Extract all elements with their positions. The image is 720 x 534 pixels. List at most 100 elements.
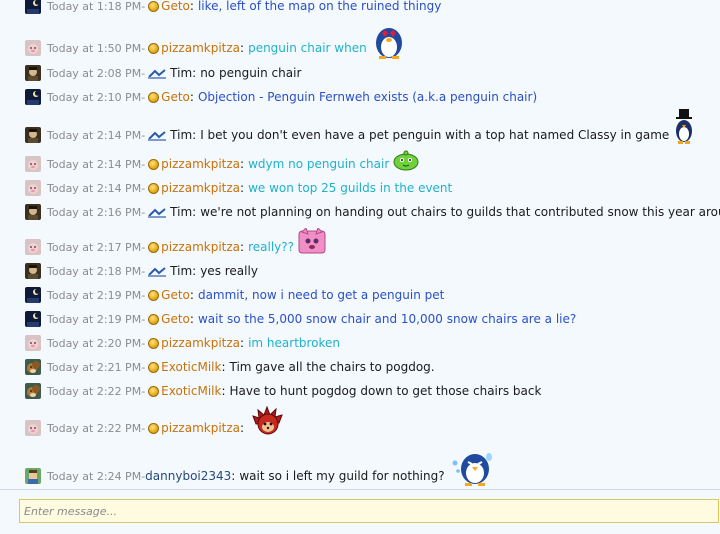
username[interactable]: pizzamkpitza	[161, 336, 240, 350]
squirrel-avatar[interactable]	[25, 359, 41, 375]
chat-message: Today at 2:21 PM - ExoticMilk: Tim gave …	[0, 356, 720, 378]
dark-char-avatar[interactable]	[25, 204, 41, 220]
dark-char-avatar[interactable]	[25, 65, 41, 81]
pig-avatar[interactable]	[25, 40, 41, 56]
username[interactable]: Geto	[161, 0, 190, 13]
coin-badge-icon	[148, 241, 160, 253]
message-input[interactable]	[19, 499, 719, 523]
coin-badge-icon	[148, 313, 160, 325]
message-text: Objection - Penguin Fernweh exists (a.k.…	[197, 90, 538, 104]
username[interactable]: dannyboi2343	[145, 469, 231, 483]
message-text: Have to hunt pogdog down to get those ch…	[229, 384, 542, 398]
dark-char-avatar[interactable]	[25, 263, 41, 279]
username[interactable]: Geto	[161, 90, 190, 104]
staff-badge-icon	[148, 266, 167, 277]
message-text: Tim gave all the chairs to pogdog.	[229, 360, 435, 374]
pig-avatar[interactable]	[25, 239, 41, 255]
chat-message: Today at 2:16 PM - Tim: we're not planni…	[0, 201, 720, 223]
chat-message: Today at 2:19 PM - Geto: dammit, now i n…	[0, 284, 720, 306]
night-avatar[interactable]	[25, 0, 41, 14]
chat-message: Today at 2:14 PM - pizzamkpitza: we won …	[0, 177, 720, 199]
message-text: dammit, now i need to get a penguin pet	[197, 288, 445, 302]
night-avatar[interactable]	[25, 311, 41, 327]
coin-badge-icon	[148, 422, 160, 434]
message-text: really??	[248, 240, 294, 254]
timestamp: Today at 2:22 PM	[47, 421, 142, 435]
timestamp: Today at 2:10 PM	[47, 90, 142, 104]
username[interactable]: Geto	[161, 312, 190, 326]
chat-message: Today at 2:14 PM - Tim: I bet you don't …	[0, 108, 720, 146]
green-slime-emote	[393, 149, 419, 174]
message-text: no penguin chair	[200, 66, 302, 80]
penguin-sweat-emote	[449, 447, 495, 490]
timestamp: Today at 2:22 PM	[47, 384, 142, 398]
username[interactable]: Geto	[161, 288, 190, 302]
squirrel-avatar[interactable]	[25, 383, 41, 399]
message-text: wait so i left my guild for nothing?	[239, 469, 445, 483]
staff-badge-icon	[148, 207, 167, 218]
username[interactable]: Tim	[170, 66, 192, 80]
username[interactable]: Tim	[170, 128, 192, 142]
timestamp: Today at 2:19 PM	[47, 312, 142, 326]
night-avatar[interactable]	[25, 287, 41, 303]
username[interactable]: pizzamkpitza	[161, 41, 240, 55]
pig-avatar[interactable]	[25, 335, 41, 351]
chat-message: Today at 2:22 PM - pizzamkpitza:	[0, 405, 720, 439]
timestamp: Today at 2:24 PM	[47, 469, 142, 483]
chat-message: Today at 2:10 PM - Geto: Objection - Pen…	[0, 86, 720, 108]
penguin-tophat-emote	[673, 108, 695, 148]
coin-badge-icon	[148, 91, 160, 103]
pig-avatar[interactable]	[25, 420, 41, 436]
dark-char-avatar[interactable]	[25, 127, 41, 143]
timestamp: Today at 2:08 PM	[47, 66, 142, 80]
coin-badge-icon	[148, 337, 160, 349]
timestamp: Today at 2:17 PM	[47, 240, 142, 254]
timestamp: Today at 1:50 PM	[47, 41, 142, 55]
coin-badge-icon	[148, 0, 160, 12]
timestamp: Today at 2:19 PM	[47, 288, 142, 302]
chat-message: Today at 2:08 PM - Tim: no penguin chair	[0, 62, 720, 84]
message-text: I bet you don't even have a pet penguin …	[200, 128, 670, 142]
username[interactable]: Tim	[170, 264, 192, 278]
timestamp: Today at 2:14 PM	[47, 181, 142, 195]
chat-message: Today at 1:18 PM - Geto: like, left of t…	[0, 0, 720, 17]
chat-message: Today at 2:19 PM - Geto: wait so the 5,0…	[0, 308, 720, 330]
username[interactable]: ExoticMilk	[161, 360, 221, 374]
pink-cat-emote	[298, 226, 326, 257]
pig-avatar[interactable]	[25, 156, 41, 172]
timestamp: Today at 2:16 PM	[47, 205, 142, 219]
chat-message: Today at 2:18 PM - Tim: yes really	[0, 260, 720, 282]
message-text: wdym no penguin chair	[248, 157, 390, 171]
timestamp: Today at 2:20 PM	[47, 336, 142, 350]
timestamp: Today at 1:18 PM	[47, 0, 142, 13]
staff-badge-icon	[148, 68, 167, 79]
chat-message: Today at 2:14 PM - pizzamkpitza: wdym no…	[0, 150, 720, 175]
username[interactable]: pizzamkpitza	[161, 157, 240, 171]
timestamp: Today at 2:18 PM	[47, 264, 142, 278]
chat-message: Today at 2:22 PM - ExoticMilk: Have to h…	[0, 380, 720, 402]
chat-message: Today at 2:24 PM - dannyboi2343: wait so…	[0, 452, 720, 487]
message-text: we won top 25 guilds in the event	[248, 181, 453, 195]
chat-message: Today at 2:20 PM - pizzamkpitza: im hear…	[0, 332, 720, 354]
message-text: penguin chair when	[248, 41, 367, 55]
message-text: wait so the 5,000 snow chair and 10,000 …	[197, 312, 577, 326]
username[interactable]: Tim	[170, 205, 192, 219]
message-text: yes really	[200, 264, 258, 278]
chat-log[interactable]: Today at 1:18 PM - Geto: like, left of t…	[0, 0, 720, 489]
penguin-love-emote	[371, 19, 407, 62]
pig-avatar[interactable]	[25, 180, 41, 196]
username[interactable]: ExoticMilk	[161, 384, 221, 398]
timestamp: Today at 2:14 PM	[47, 157, 142, 171]
coin-badge-icon	[148, 182, 160, 194]
message-text: im heartbroken	[248, 336, 341, 350]
night-avatar[interactable]	[25, 89, 41, 105]
blocky-avatar[interactable]	[25, 468, 41, 484]
chat-message: Today at 2:17 PM - pizzamkpitza: really?…	[0, 226, 720, 258]
username[interactable]: pizzamkpitza	[161, 240, 240, 254]
coin-badge-icon	[148, 42, 160, 54]
message-text: like, left of the map on the ruined thin…	[197, 0, 442, 13]
username[interactable]: pizzamkpitza	[161, 421, 240, 435]
coin-badge-icon	[148, 385, 160, 397]
message-text: we're not planning on handing out chairs…	[200, 205, 720, 219]
username[interactable]: pizzamkpitza	[161, 181, 240, 195]
